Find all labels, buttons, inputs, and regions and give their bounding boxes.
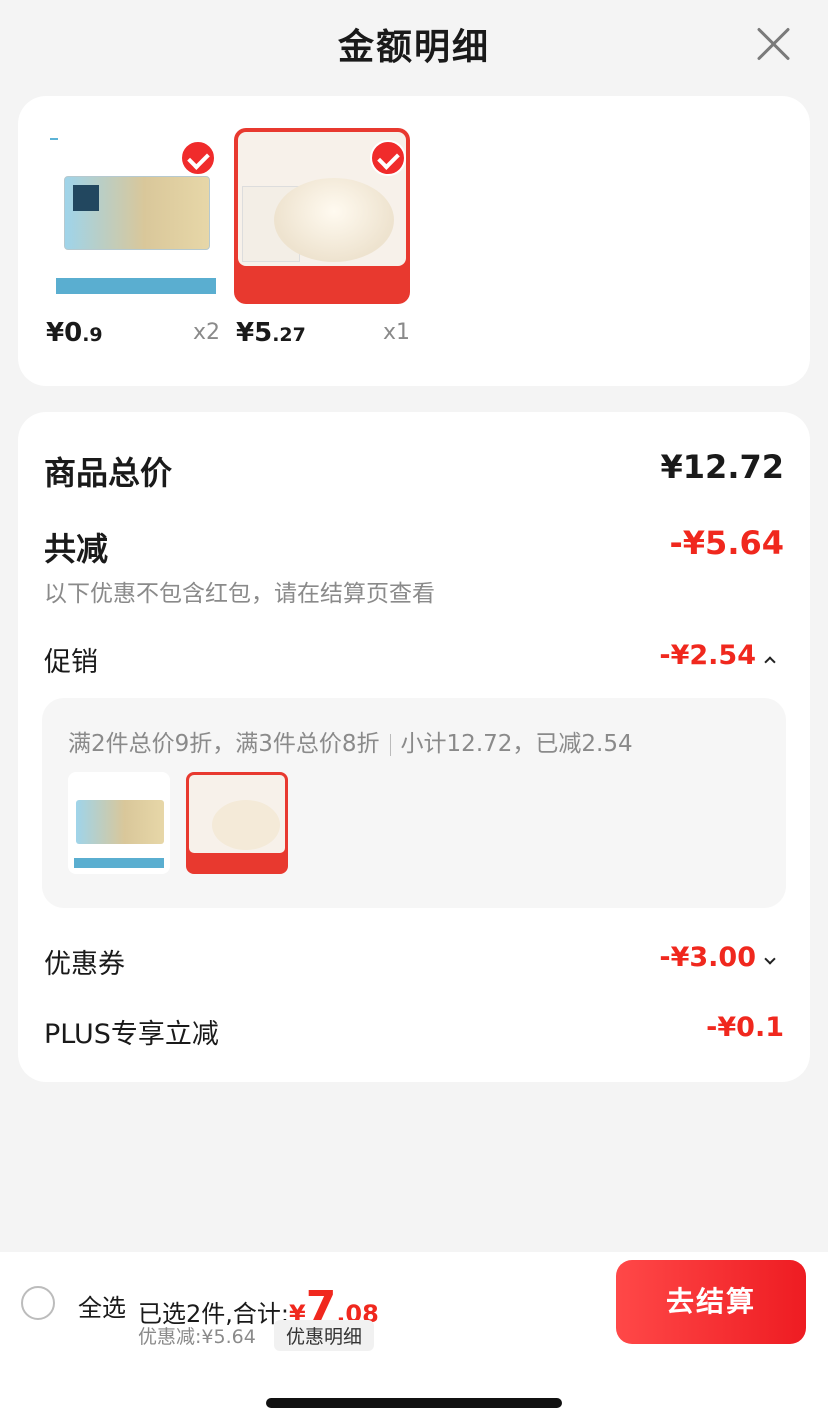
product-price: ¥0.9 [46,318,103,348]
total-label: 商品总价 [44,454,173,492]
bread-graphic [212,800,280,850]
chevron-down-icon[interactable] [764,952,776,965]
product-image [234,128,410,304]
product-card: ¥0.9 x2 ¥5.27 x1 [18,96,810,386]
total-value: ¥12.72 [660,448,784,486]
plus-label: PLUS专享立减 [44,1019,219,1050]
sheet-header: 金额明细 [0,0,828,90]
product-qty: x2 [192,320,220,345]
home-indicator-area [0,1352,828,1425]
toothpick-pack-graphic [76,800,164,844]
promo-label: 促销 [44,647,98,678]
reduce-value: -¥5.64 [669,524,785,562]
promo-subtotal: 小计12.72，已减2.54 [400,731,633,757]
plus-value: -¥0.1 [706,1012,784,1043]
promo-value: -¥2.54 [659,640,756,671]
checkout-bar: 全选 已选2件,合计:¥7.08 优惠减:¥5.64 优惠明细 去结算 [0,1252,828,1352]
promo-description: 满2件总价9折，满3件总价8折 小计12.72，已减2.54 [68,724,633,758]
reduce-note: 以下优惠不包含红包，请在结算页查看 [44,581,435,607]
promo-product-thumb[interactable] [186,772,288,874]
promo-rule: 满2件总价9折，满3件总价8折 [68,731,380,757]
product-price: ¥5.27 [236,318,306,348]
coupon-label: 优惠券 [44,949,125,980]
coupon-value: -¥3.00 [659,942,756,973]
product-strip-graphic [74,858,164,868]
select-all-radio[interactable] [21,1286,55,1320]
summary-card: 商品总价 ¥12.72 共减 -¥5.64 以下优惠不包含红包，请在结算页查看 … [18,412,810,1082]
discount-detail-button[interactable]: 优惠明细 [274,1320,375,1351]
coupon-value-wrap[interactable]: -¥3.00 [659,942,776,973]
product-image [44,128,220,304]
page-title: 金额明细 [337,27,490,68]
promo-value-wrap[interactable]: -¥2.54 [659,640,776,671]
chevron-up-icon[interactable] [764,655,776,668]
promo-detail: 满2件总价9折，满3件总价8折 小计12.72，已减2.54 [42,698,786,908]
toothpick-pack-graphic [64,176,210,250]
divider [389,733,391,756]
product-qty: x1 [382,320,410,345]
home-indicator[interactable] [266,1398,562,1408]
close-icon[interactable] [756,26,792,62]
product-strip-graphic [56,278,216,294]
reduce-label: 共减 [44,530,109,568]
bread-graphic [274,178,394,262]
product-item[interactable]: ¥5.27 x1 [234,128,410,348]
product-item[interactable]: ¥0.9 x2 [44,128,220,348]
promo-product-thumb[interactable] [68,772,170,874]
checked-icon[interactable] [370,140,406,176]
checked-icon[interactable] [180,140,216,176]
checkout-button[interactable]: 去结算 [616,1260,806,1344]
discount-text: 优惠减:¥5.64 [138,1326,256,1348]
select-all-label[interactable]: 全选 [78,1288,126,1323]
product-tag-graphic [50,138,58,140]
